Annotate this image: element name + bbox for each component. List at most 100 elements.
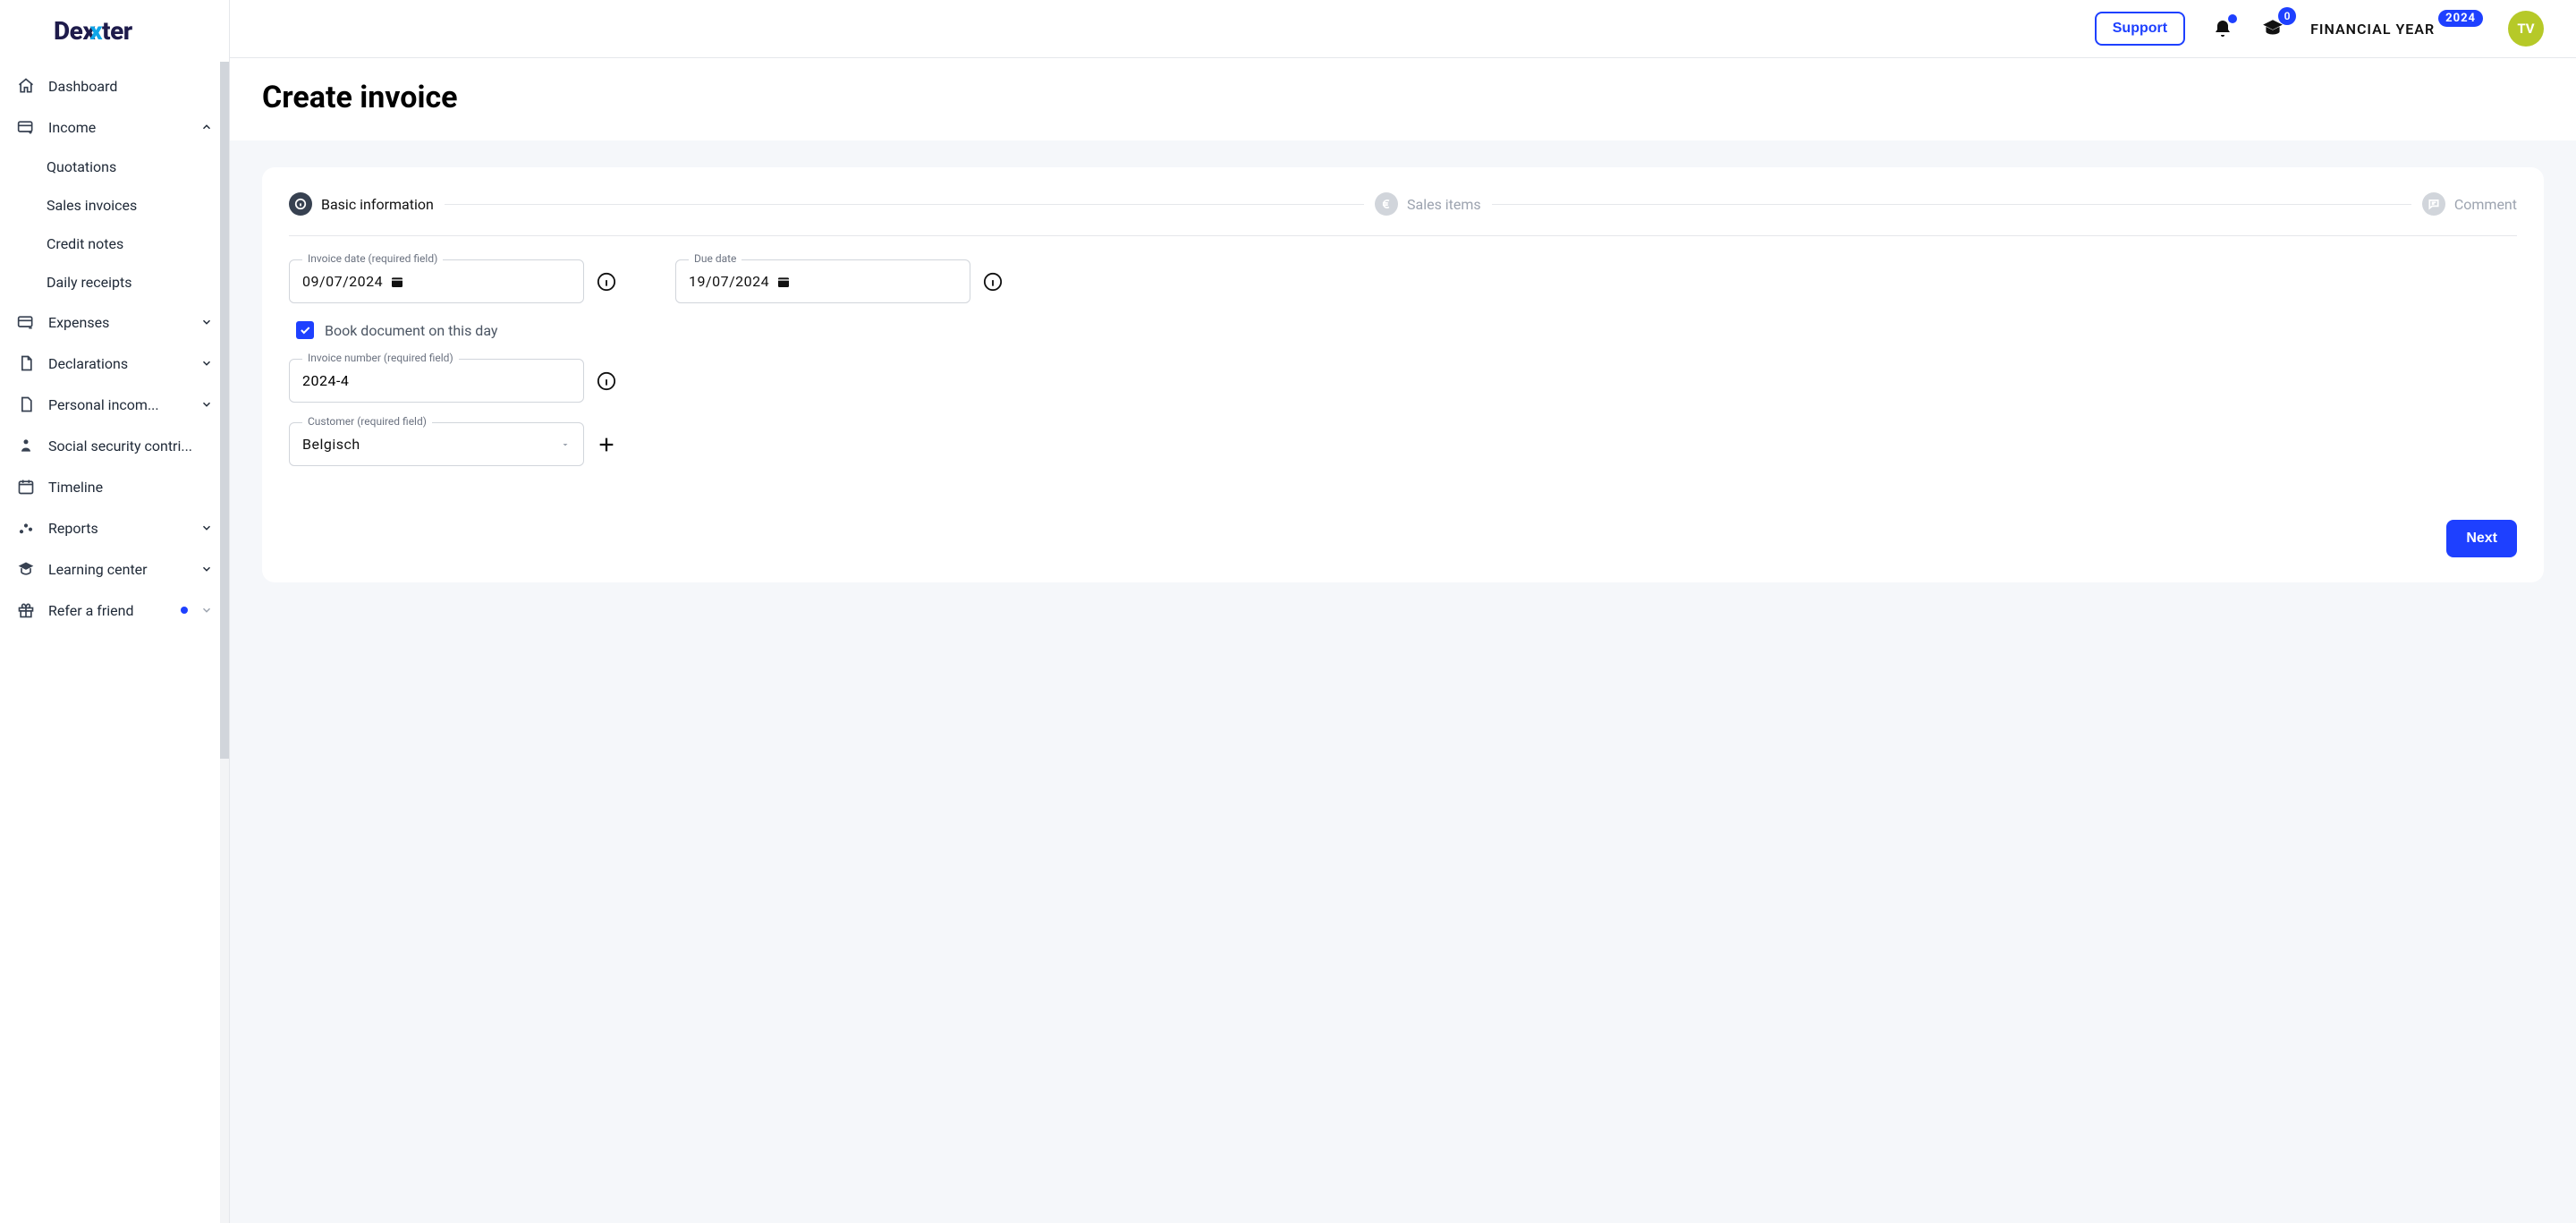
customer-value: Belgisch — [302, 436, 360, 453]
sidebar-item-sales-invoices[interactable]: Sales invoices — [0, 186, 229, 225]
form-card: Basic information Sales items — [262, 167, 2544, 582]
income-icon — [16, 117, 36, 137]
home-icon — [16, 76, 36, 96]
sidebar-item-label: Daily receipts — [47, 274, 213, 291]
sidebar-item-label: Refer a friend — [48, 602, 168, 619]
sidebar-item-daily-receipts[interactable]: Daily receipts — [0, 263, 229, 302]
sidebar-item-label: Income — [48, 119, 188, 136]
comment-icon — [2422, 192, 2445, 216]
customer-select[interactable]: Customer (required field) Belgisch — [289, 422, 584, 466]
sidebar-item-learning-center[interactable]: Learning center — [0, 548, 229, 590]
sidebar-item-label: Sales invoices — [47, 197, 213, 214]
document-icon — [16, 353, 36, 373]
brand-logo[interactable]: Dexxter — [0, 0, 229, 62]
notifications-button[interactable] — [2210, 16, 2235, 41]
support-button[interactable]: Support — [2095, 12, 2185, 46]
sidebar: Dexxter Dashboard Income — [0, 0, 229, 1223]
calendar-icon[interactable] — [390, 275, 404, 289]
field-label: Due date — [689, 252, 741, 265]
check-icon — [299, 324, 311, 336]
chevron-down-icon — [200, 604, 213, 616]
financial-year[interactable]: FINANCIAL YEAR 2024 — [2310, 21, 2483, 38]
avatar[interactable]: TV — [2508, 11, 2544, 47]
step-label: Basic information — [321, 196, 434, 213]
field-label: Invoice number (required field) — [302, 352, 459, 364]
sidebar-item-credit-notes[interactable]: Credit notes — [0, 225, 229, 263]
sidebar-item-label: Credit notes — [47, 235, 213, 252]
chevron-down-icon — [200, 563, 213, 575]
chevron-up-icon — [200, 121, 213, 133]
invoice-date-field[interactable]: Invoice date (required field) 09/07/2024 — [289, 259, 584, 303]
step-sales-items[interactable]: Sales items — [1375, 192, 1481, 216]
invoice-date-value: 09/07/2024 — [302, 273, 383, 290]
step-divider — [445, 204, 1364, 205]
sidebar-item-personal-income[interactable]: Personal incom... — [0, 384, 229, 425]
chart-icon — [16, 518, 36, 538]
sidebar-item-social-security[interactable]: Social security contri... — [0, 425, 229, 466]
field-label: Invoice date (required field) — [302, 252, 443, 265]
chevron-down-icon — [200, 316, 213, 328]
field-label: Customer (required field) — [302, 415, 432, 428]
form-row-invoice-number: Invoice number (required field) — [289, 359, 2517, 403]
sidebar-item-income[interactable]: Income — [0, 106, 229, 148]
sidebar-item-declarations[interactable]: Declarations — [0, 343, 229, 384]
file-icon — [16, 395, 36, 414]
chevron-down-icon — [200, 398, 213, 411]
info-icon[interactable] — [597, 371, 616, 391]
book-checkbox-row: Book document on this day — [296, 321, 2517, 339]
sidebar-item-refer-friend[interactable]: Refer a friend — [0, 590, 229, 631]
notification-dot-icon — [181, 607, 188, 614]
sidebar-item-label: Quotations — [47, 158, 213, 175]
info-icon — [289, 192, 312, 216]
financial-year-badge: 2024 — [2438, 10, 2483, 27]
sidebar-item-label: Timeline — [48, 479, 213, 496]
sidebar-item-reports[interactable]: Reports — [0, 507, 229, 548]
divider — [289, 235, 2517, 236]
chevron-down-icon — [200, 522, 213, 534]
topbar: Support 0 FINANCIAL YEAR 2024 TV — [230, 0, 2576, 58]
sidebar-item-label: Reports — [48, 520, 188, 537]
book-checkbox-label: Book document on this day — [325, 322, 497, 339]
page-header: Create invoice — [230, 58, 2576, 140]
step-label: Comment — [2454, 196, 2517, 213]
sidebar-item-label: Personal incom... — [48, 396, 188, 413]
learning-button[interactable]: 0 — [2260, 16, 2285, 41]
next-button[interactable]: Next — [2446, 520, 2517, 557]
step-basic-information[interactable]: Basic information — [289, 192, 434, 216]
main: Support 0 FINANCIAL YEAR 2024 TV Create … — [229, 0, 2576, 1223]
invoice-number-field[interactable]: Invoice number (required field) — [289, 359, 584, 403]
sidebar-nav: Dashboard Income Quotations Sales invoic… — [0, 62, 229, 634]
page-title: Create invoice — [262, 80, 2544, 115]
info-icon[interactable] — [983, 272, 1003, 292]
sidebar-scroll[interactable]: Dashboard Income Quotations Sales invoic… — [0, 62, 229, 1223]
sidebar-item-label: Dashboard — [48, 78, 213, 95]
add-customer-button[interactable] — [597, 435, 616, 454]
card-footer: Next — [289, 520, 2517, 557]
gift-icon — [16, 600, 36, 620]
form-row-dates: Invoice date (required field) 09/07/2024 — [289, 259, 2517, 303]
chevron-down-icon — [200, 357, 213, 369]
content-area: Basic information Sales items — [230, 140, 2576, 1223]
sidebar-item-label: Declarations — [48, 355, 188, 372]
sidebar-item-quotations[interactable]: Quotations — [0, 148, 229, 186]
graduation-icon — [16, 559, 36, 579]
due-date-field[interactable]: Due date 19/07/2024 — [675, 259, 970, 303]
sidebar-item-expenses[interactable]: Expenses — [0, 302, 229, 343]
calendar-icon[interactable] — [776, 275, 791, 289]
book-checkbox[interactable] — [296, 321, 314, 339]
brand-name: Dexxter — [54, 16, 132, 46]
invoice-number-input[interactable] — [290, 360, 583, 402]
step-comment[interactable]: Comment — [2422, 192, 2517, 216]
sidebar-item-label: Social security contri... — [48, 437, 213, 454]
sidebar-item-label: Learning center — [48, 561, 188, 578]
due-date-value: 19/07/2024 — [689, 273, 769, 290]
expenses-icon — [16, 312, 36, 332]
info-icon[interactable] — [597, 272, 616, 292]
euro-icon — [1375, 192, 1398, 216]
sidebar-item-timeline[interactable]: Timeline — [0, 466, 229, 507]
notification-dot-icon — [2228, 14, 2237, 23]
sidebar-item-dashboard[interactable]: Dashboard — [0, 65, 229, 106]
calendar-icon — [16, 477, 36, 497]
stepper: Basic information Sales items — [289, 192, 2517, 216]
count-badge: 0 — [2278, 7, 2296, 25]
